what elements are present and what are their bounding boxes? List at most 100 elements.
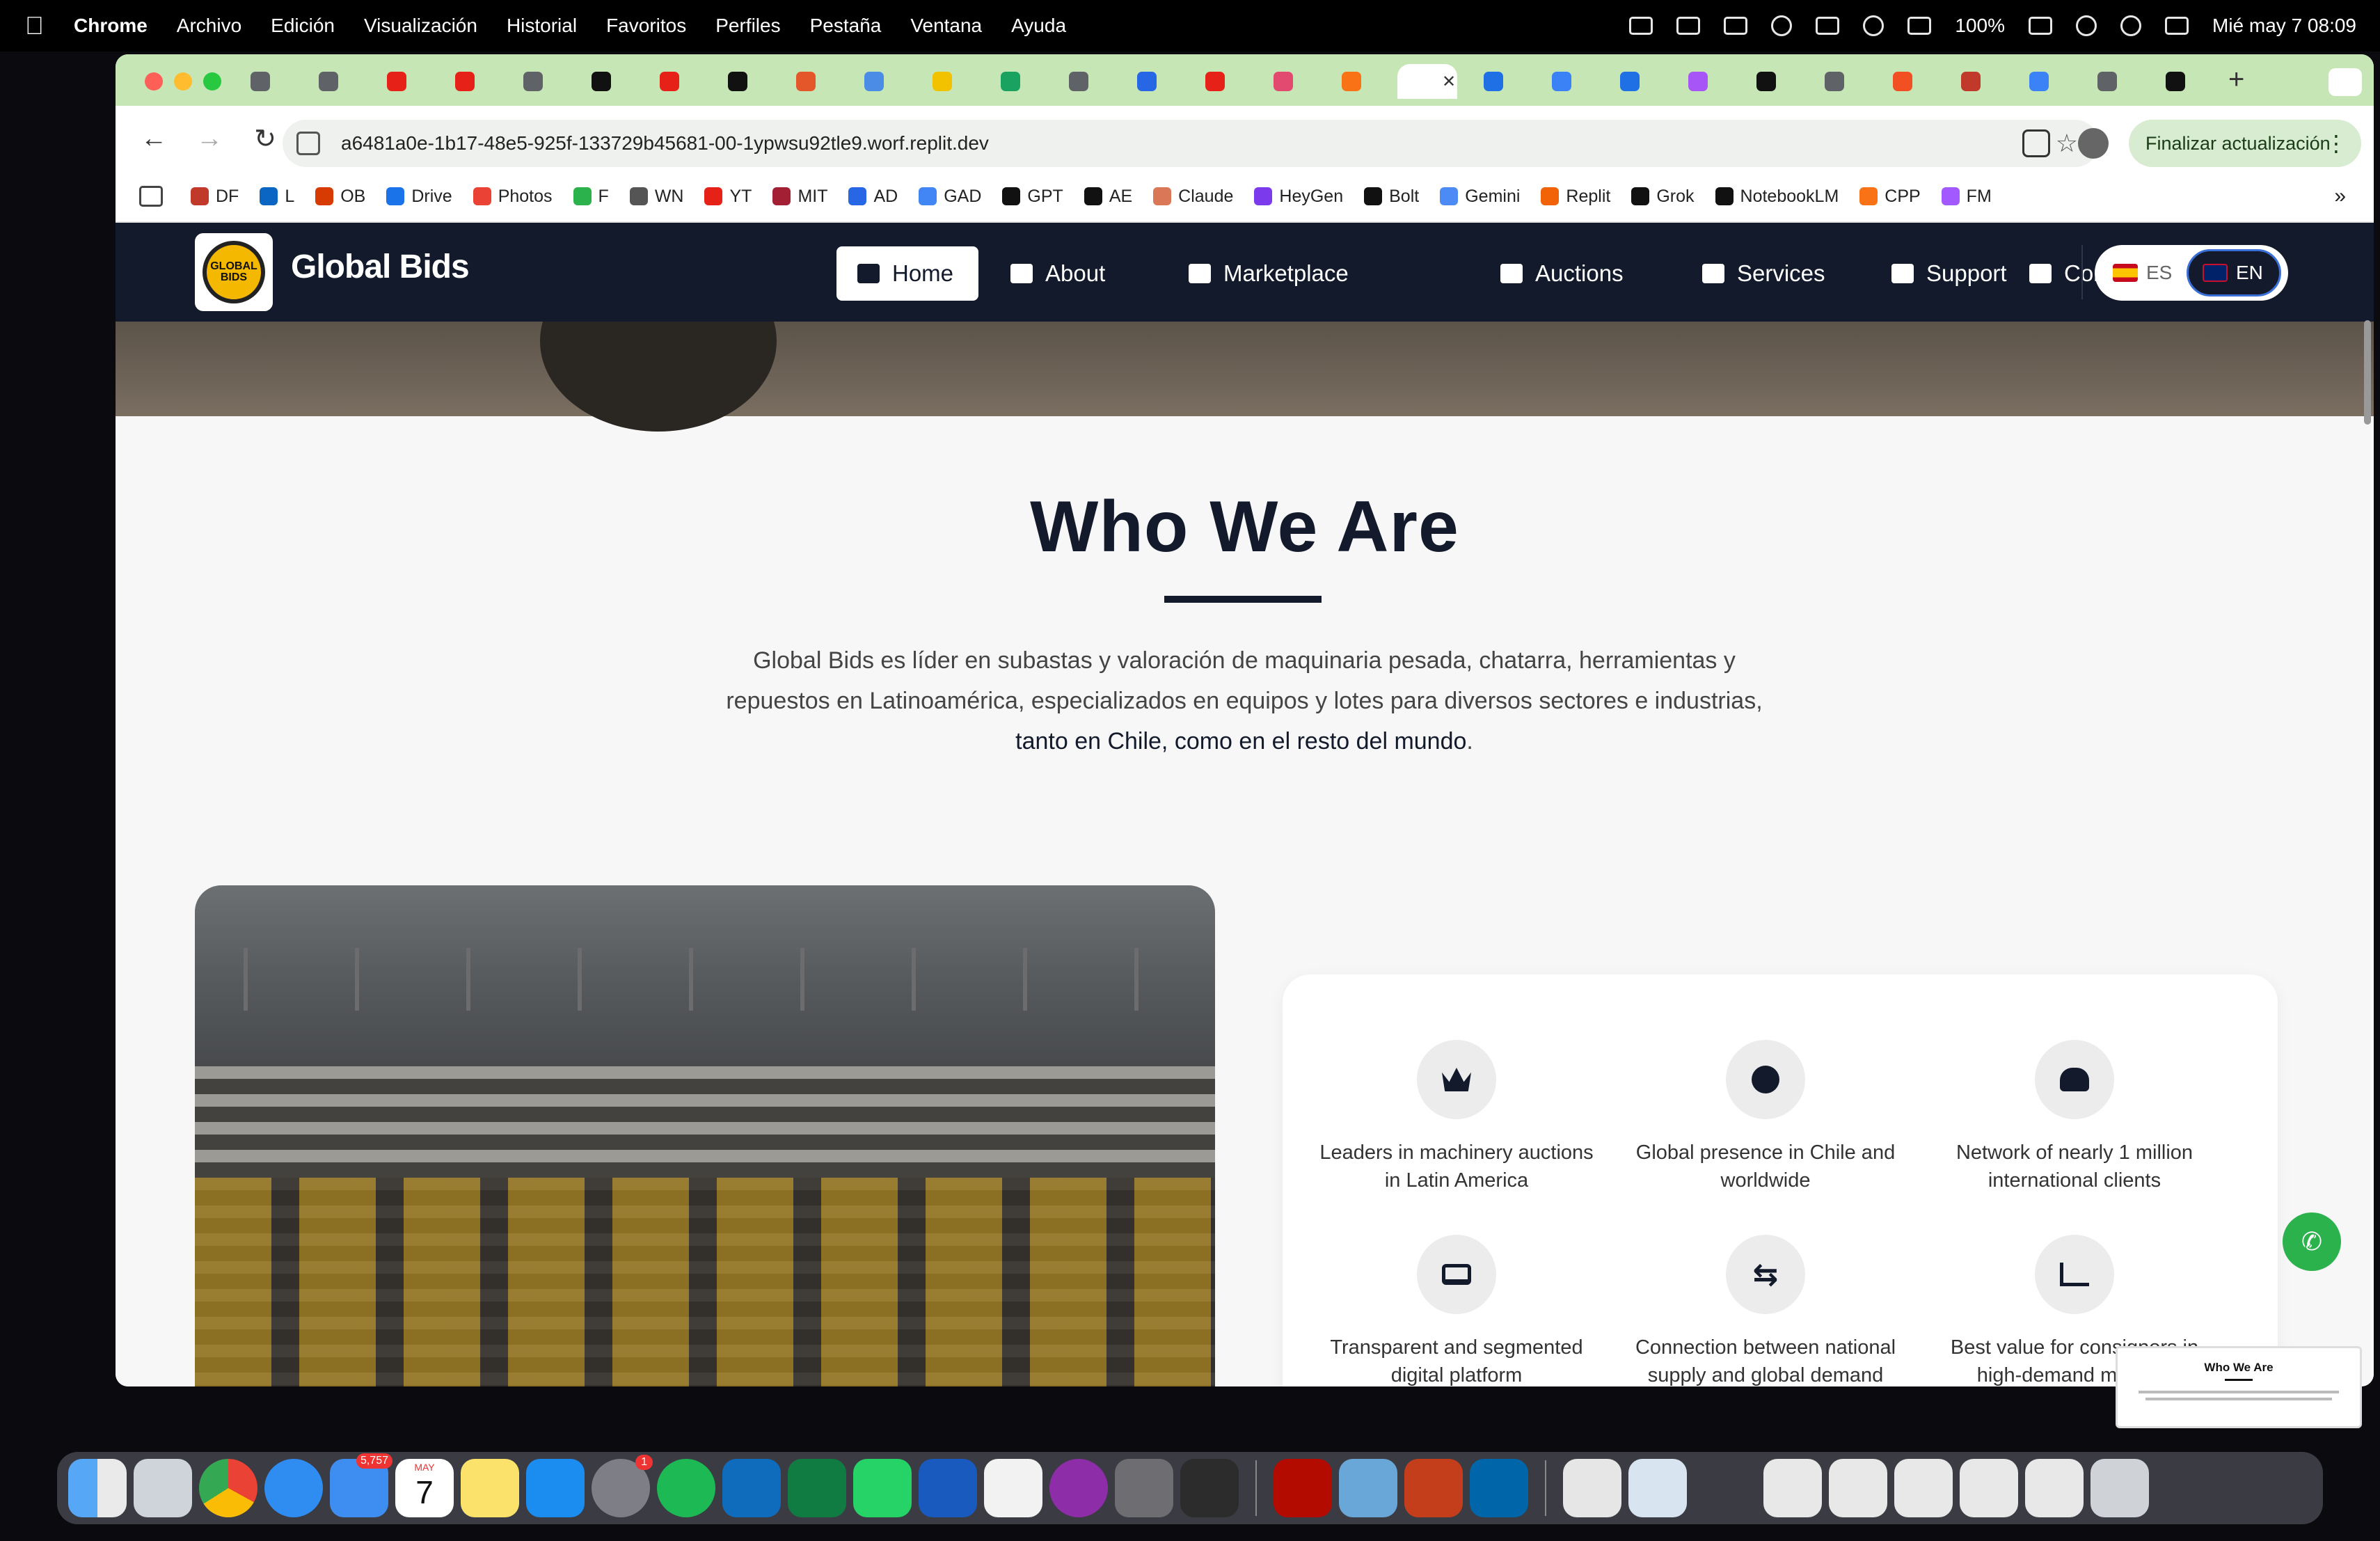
bookmark-replit[interactable]: Replit xyxy=(1541,187,1610,207)
browser-tab[interactable] xyxy=(2017,64,2075,99)
window-thumbnail[interactable] xyxy=(2025,1459,2084,1517)
window-thumbnail[interactable] xyxy=(1829,1459,1887,1517)
vscode-icon[interactable] xyxy=(1470,1459,1528,1517)
excel-icon[interactable] xyxy=(788,1459,846,1517)
bookmark-notebooklm[interactable]: NotebookLM xyxy=(1715,187,1839,207)
page-scrollbar[interactable] xyxy=(2364,320,2371,425)
app-status-icon[interactable] xyxy=(1724,17,1748,35)
powerpoint-icon[interactable] xyxy=(1404,1459,1463,1517)
dark-app-icon[interactable] xyxy=(1180,1459,1239,1517)
global-bids-logo[interactable]: GLOBAL BIDS xyxy=(195,233,273,311)
lang-en-button[interactable]: EN xyxy=(2187,249,2281,297)
nav-services[interactable]: Services xyxy=(1681,246,1846,301)
browser-tab[interactable] xyxy=(715,64,774,99)
nav-about[interactable]: About xyxy=(990,246,1126,301)
podcast-icon[interactable] xyxy=(1049,1459,1108,1517)
volume-icon[interactable] xyxy=(1816,17,1840,35)
browser-tab[interactable] xyxy=(443,64,501,99)
clock[interactable]: Mié may 7 08:09 xyxy=(2212,15,2356,37)
bluetooth-icon[interactable] xyxy=(1863,15,1885,36)
document-thumbnail[interactable] xyxy=(1563,1459,1621,1517)
apple-menu-icon[interactable]:  xyxy=(25,11,53,40)
calendar-alt-icon[interactable] xyxy=(984,1459,1042,1517)
lang-es-button[interactable]: ES xyxy=(2099,249,2187,297)
preview-icon[interactable] xyxy=(1339,1459,1397,1517)
brand-name[interactable]: Global Bids xyxy=(291,248,470,286)
bookmark-ae[interactable]: AE xyxy=(1084,187,1132,207)
battery-icon[interactable] xyxy=(2029,17,2052,35)
bookmark-gpt[interactable]: GPT xyxy=(1002,187,1063,207)
keyboard-icon[interactable] xyxy=(1907,17,1932,35)
notes-icon[interactable] xyxy=(461,1459,519,1517)
menu-archivo[interactable]: Archivo xyxy=(177,15,241,37)
address-bar[interactable]: a6481a0e-1b17-48e5-925f-133729b45681-00-… xyxy=(283,120,2099,167)
browser-tab[interactable] xyxy=(920,64,978,99)
keynote-icon[interactable] xyxy=(526,1459,585,1517)
browser-tab[interactable] xyxy=(784,64,842,99)
browser-tab[interactable] xyxy=(1539,64,1598,99)
whatsapp-dock-icon[interactable] xyxy=(853,1459,912,1517)
bookmark-gemini[interactable]: Gemini xyxy=(1440,187,1520,207)
browser-tab[interactable] xyxy=(647,64,706,99)
browser-tab[interactable] xyxy=(579,64,637,99)
window-thumbnail[interactable] xyxy=(1628,1459,1687,1517)
browser-tab[interactable] xyxy=(2153,64,2212,99)
menu-ventana[interactable]: Ventana xyxy=(910,15,982,37)
nav-home[interactable]: Home xyxy=(836,246,978,301)
close-tab-icon[interactable]: ✕ xyxy=(1442,72,1456,92)
bookmark-star-icon[interactable]: ☆ xyxy=(2056,129,2078,158)
play-icon[interactable] xyxy=(1771,15,1793,36)
menu-favoritos[interactable]: Favoritos xyxy=(606,15,686,37)
window-thumbnail[interactable] xyxy=(1960,1459,2018,1517)
browser-tab[interactable] xyxy=(1880,64,1939,99)
site-info-icon[interactable] xyxy=(296,132,320,155)
finish-update-button[interactable]: Finalizar actualización ⋮ xyxy=(2129,120,2361,167)
new-tab-button[interactable]: + xyxy=(2228,64,2244,95)
bookmark-drive[interactable]: Drive xyxy=(386,187,452,207)
browser-tab[interactable] xyxy=(852,64,910,99)
browser-tab[interactable] xyxy=(2085,64,2143,99)
system-settings-icon[interactable]: 1 xyxy=(592,1455,653,1517)
bookmark-ob[interactable]: OB xyxy=(315,187,365,207)
more-menu-icon[interactable]: ⋮ xyxy=(2325,130,2347,157)
menu-pestana[interactable]: Pestaña xyxy=(810,15,882,37)
excel-mini-icon[interactable] xyxy=(1729,1459,1756,1517)
nav-support[interactable]: Support xyxy=(1871,246,2028,301)
spotify-icon[interactable] xyxy=(657,1459,715,1517)
window-thumbnail[interactable] xyxy=(1894,1459,1953,1517)
browser-tab[interactable] xyxy=(1608,64,1666,99)
menu-app-name[interactable]: Chrome xyxy=(74,15,148,37)
bookmark-fm[interactable]: FM xyxy=(1941,187,1992,207)
browser-tab[interactable] xyxy=(1949,64,2007,99)
word-icon[interactable] xyxy=(919,1459,977,1517)
browser-tab[interactable] xyxy=(988,64,1047,99)
bookmark-claude[interactable]: Claude xyxy=(1153,187,1233,207)
more-bookmarks-icon[interactable]: » xyxy=(2334,184,2346,208)
bookmark-wn[interactable]: WN xyxy=(629,187,683,207)
browser-tab[interactable] xyxy=(1329,64,1388,99)
mirror-icon[interactable] xyxy=(1115,1459,1173,1517)
browser-tab[interactable] xyxy=(1812,64,1871,99)
bookmark-bolt[interactable]: Bolt xyxy=(1364,187,1419,207)
menu-visualizacion[interactable]: Visualización xyxy=(364,15,477,37)
browser-tab[interactable] xyxy=(1193,64,1251,99)
spotlight-search-icon[interactable] xyxy=(2120,15,2141,36)
browser-tab[interactable] xyxy=(374,64,433,99)
browser-tab[interactable] xyxy=(1676,64,1734,99)
screen-mirroring-icon[interactable] xyxy=(1676,17,1701,35)
reload-button[interactable]: ↻ xyxy=(248,123,283,155)
nav-marketplace[interactable]: Marketplace xyxy=(1168,246,1370,301)
browser-tab[interactable] xyxy=(238,64,296,99)
minimize-window-button[interactable] xyxy=(174,72,192,90)
bookmark-yt[interactable]: YT xyxy=(704,187,752,207)
menu-historial[interactable]: Historial xyxy=(507,15,577,37)
audio-icon[interactable] xyxy=(1629,17,1653,35)
bookmark-f[interactable]: F xyxy=(573,187,609,207)
control-center-icon[interactable] xyxy=(2165,17,2189,35)
safari-icon[interactable] xyxy=(264,1459,323,1517)
apps-grid-icon[interactable] xyxy=(139,186,163,207)
browser-tab[interactable] xyxy=(1125,64,1183,99)
browser-tab[interactable] xyxy=(1471,64,1530,99)
bookmark-mit[interactable]: MIT xyxy=(772,187,827,207)
finder-icon[interactable] xyxy=(68,1459,127,1517)
